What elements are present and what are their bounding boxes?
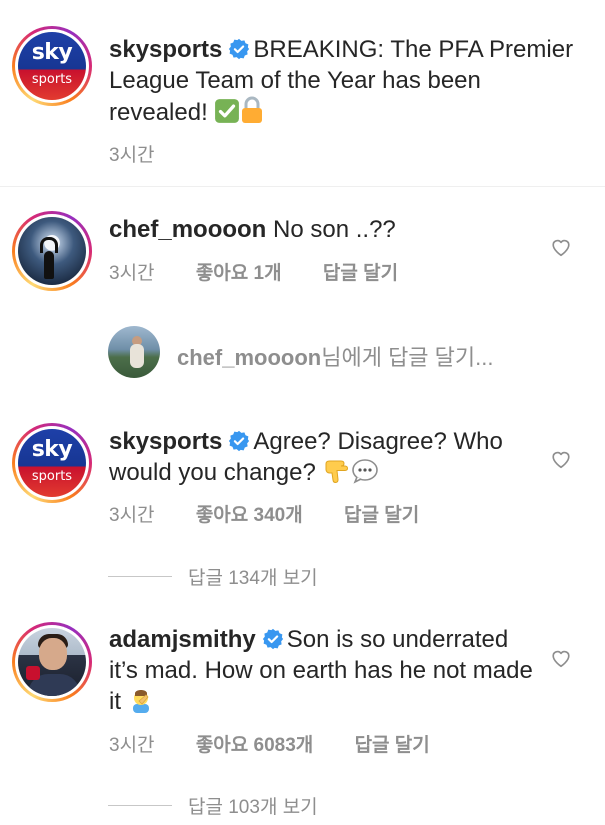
current-user-avatar (108, 326, 160, 378)
comment-username[interactable]: chef_moooon (109, 216, 266, 243)
post-caption: sky sports skysports BREAKING: The PFA Pr… (0, 0, 605, 187)
view-replies-label: 답글 103개 보기 (188, 797, 318, 818)
comment-meta: 3시간 좋아요 6083개 답글 달기 (109, 730, 466, 757)
comment-time: 3시간 (109, 735, 155, 756)
verified-badge-icon (262, 628, 283, 650)
check-mark-emoji-icon (215, 99, 240, 123)
heart-icon[interactable] (550, 236, 572, 258)
comment-username[interactable]: adamjsmithy (109, 626, 256, 653)
comment-username[interactable]: skysports (109, 428, 222, 455)
view-replies-button[interactable]: 답글 103개 보기 (108, 792, 318, 819)
adamjsmithy-avatar[interactable] (12, 622, 92, 702)
sky-sports-logo: sky sports (18, 429, 86, 497)
comment-likes[interactable]: 좋아요 6083개 (196, 735, 313, 756)
reply-prompt-text[interactable]: chef_moooon님에게 답글 달기... (177, 340, 493, 372)
heart-icon[interactable] (550, 647, 572, 669)
comment-likes[interactable]: 좋아요 1개 (196, 263, 282, 284)
comment-text-block: adamjsmithy Son is so underrated it’s mad… (109, 624, 539, 717)
comment-text-block: skysports Agree? Disagree? Who would you … (109, 426, 539, 488)
comment-time: 3시간 (109, 263, 155, 284)
caption-username[interactable]: skysports (109, 36, 222, 63)
divider-line (108, 576, 172, 577)
comment-time: 3시간 (109, 505, 155, 526)
comment-meta: 3시간 좋아요 340개 답글 달기 (109, 500, 455, 527)
chef-moooon-avatar[interactable] (12, 211, 92, 291)
caption-meta: 3시간 (109, 140, 191, 167)
comment-likes[interactable]: 좋아요 340개 (196, 505, 303, 526)
verified-badge-icon (229, 38, 250, 60)
view-replies-label: 답글 134개 보기 (188, 568, 318, 589)
reply-button[interactable]: 답글 달기 (344, 505, 419, 526)
comment-meta: 3시간 좋아요 1개 답글 달기 (109, 258, 434, 285)
caption-text-block: skysports BREAKING: The PFA Premier Leagu… (109, 34, 579, 128)
profile-photo (18, 628, 86, 696)
logo-text-sports: sports (31, 72, 73, 87)
comment-text-block: chef_moooon No son ..?? (109, 214, 539, 245)
logo-text-sky: sky (31, 437, 73, 462)
heart-icon[interactable] (550, 448, 572, 470)
reply-button[interactable]: 답글 달기 (323, 263, 398, 284)
skysports-avatar[interactable]: sky sports (12, 423, 92, 503)
reply-prompt-suffix: 님에게 답글 달기... (321, 345, 494, 370)
reply-button[interactable]: 답글 달기 (355, 735, 430, 756)
facepalm-emoji-icon (132, 690, 149, 713)
moon-silhouette-image (18, 217, 86, 285)
verified-badge-icon (229, 430, 250, 452)
divider-line (108, 805, 172, 806)
reply-target-username: chef_moooon (177, 345, 322, 370)
pointing-down-emoji-icon (325, 460, 348, 484)
logo-text-sky: sky (31, 40, 73, 65)
lock-emoji-icon (242, 96, 263, 123)
skysports-avatar[interactable]: sky sports (12, 26, 92, 106)
comment-text: No son ..?? (273, 216, 396, 243)
view-replies-button[interactable]: 답글 134개 보기 (108, 563, 318, 590)
sky-sports-logo: sky sports (18, 32, 86, 100)
caption-time: 3시간 (109, 145, 155, 166)
speech-bubble-emoji-icon (351, 459, 378, 484)
logo-text-sports: sports (31, 469, 73, 484)
